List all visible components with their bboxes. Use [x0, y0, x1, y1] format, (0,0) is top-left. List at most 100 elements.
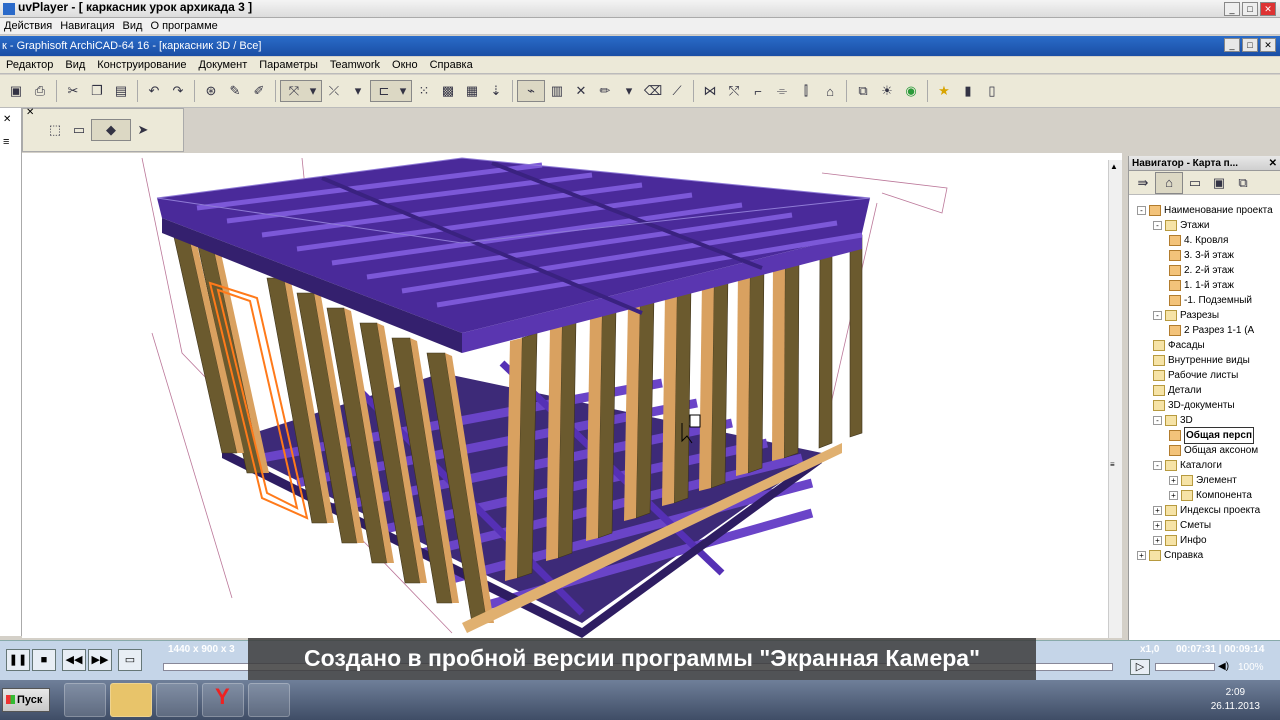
navigator-item[interactable]: Детали — [1153, 383, 1201, 398]
stretch-icon[interactable]: ⤲ — [725, 82, 743, 100]
star-icon[interactable]: ★ — [935, 82, 953, 100]
navigator-item[interactable]: -1. Подземный — [1169, 293, 1252, 308]
collapse-icon[interactable]: - — [1153, 461, 1162, 470]
rectangle-select-icon[interactable]: ▭ — [70, 121, 88, 139]
3d-viewport[interactable] — [22, 153, 1122, 638]
navigator-item[interactable]: 2. 2-й этаж — [1169, 263, 1234, 278]
play-button[interactable]: ▷ — [1130, 659, 1150, 675]
system-clock[interactable]: 2:09 26.11.2013 — [1211, 686, 1260, 714]
redo-icon[interactable]: ↷ — [169, 82, 187, 100]
layout-book-icon[interactable]: ▭ — [1186, 174, 1204, 192]
volume-slider[interactable] — [1155, 663, 1215, 671]
magic-wand-toggle[interactable]: ⌁ — [517, 80, 545, 102]
grid-snap-icon[interactable]: ⁙ — [415, 82, 433, 100]
cursor-arrow-icon[interactable]: ➤ — [134, 121, 152, 139]
offset-icon[interactable]: ⌯ — [773, 82, 791, 100]
navigator-item[interactable]: + Элемент — [1169, 473, 1237, 488]
expand-icon[interactable]: + — [1137, 551, 1146, 560]
table-icon[interactable]: ▥ — [548, 82, 566, 100]
navigator-item[interactable]: + Индексы проекта — [1153, 503, 1260, 518]
collapse-icon[interactable]: - — [1153, 311, 1162, 320]
navigator-item[interactable]: Фасады — [1153, 338, 1205, 353]
collapse-icon[interactable]: - — [1153, 221, 1162, 230]
stop-button[interactable]: ■ — [32, 649, 56, 671]
menu-teamwork[interactable]: Teamwork — [324, 57, 386, 73]
navigator-item[interactable]: - Разрезы — [1153, 308, 1219, 323]
collapse-icon[interactable]: - — [1137, 206, 1146, 215]
close-icon[interactable]: ✕ — [3, 114, 11, 125]
navigator-item[interactable]: Общая персп — [1169, 427, 1255, 444]
pencil-icon[interactable]: ✏ — [596, 82, 614, 100]
split-icon[interactable]: ⋈ — [701, 82, 719, 100]
navigator-item[interactable]: 4. Кровля — [1169, 233, 1228, 248]
taskbar-app-yandex[interactable]: Y — [202, 683, 244, 717]
navigator-item[interactable]: 3. 3-й этаж — [1169, 248, 1234, 263]
scroll-handle-icon[interactable]: ≡ — [1110, 460, 1115, 469]
pause-button[interactable]: ❚❚ — [6, 649, 30, 671]
save-icon[interactable]: ▣ — [7, 82, 25, 100]
rotate-select-toggle[interactable]: ◆ — [91, 119, 131, 141]
expand-icon[interactable]: + — [1153, 521, 1162, 530]
menu-view[interactable]: Вид — [119, 18, 147, 34]
maximize-button[interactable]: □ — [1242, 2, 1258, 16]
cross-icon[interactable]: ✕ — [572, 82, 590, 100]
view-map-toggle[interactable]: ⌂ — [1155, 171, 1183, 194]
speaker-icon[interactable]: ◀) — [1218, 661, 1229, 672]
ac-close-button[interactable]: ✕ — [1260, 38, 1276, 52]
menu-window[interactable]: Окно — [386, 57, 424, 73]
close-icon[interactable]: ✕ — [26, 107, 34, 118]
navigator-item[interactable]: Общая аксоном — [1169, 443, 1258, 458]
navigator-item[interactable]: 1. 1-й этаж — [1169, 278, 1234, 293]
navigator-item[interactable]: + Компонента — [1169, 488, 1252, 503]
rewind-button[interactable]: ◀◀ — [62, 649, 86, 671]
navigator-item[interactable]: Внутренние виды — [1153, 353, 1250, 368]
menu-options[interactable]: Параметры — [253, 57, 324, 73]
vertical-scrollbar[interactable]: ▲ ≡ — [1108, 160, 1122, 638]
expand-icon[interactable]: + — [1169, 491, 1178, 500]
navigator-item[interactable]: - Этажи — [1153, 218, 1210, 233]
expand-icon[interactable]: + — [1169, 476, 1178, 485]
dropdown-arrow-icon[interactable]: ▾ — [349, 82, 367, 100]
forward-button[interactable]: ▶▶ — [88, 649, 112, 671]
menu-editor[interactable]: Редактор — [0, 57, 59, 73]
eraser-icon[interactable]: ⌫ — [644, 82, 662, 100]
collapse-icon[interactable]: - — [1153, 416, 1162, 425]
navigator-item[interactable]: - 3D — [1153, 413, 1193, 428]
wall-icon[interactable]: ⫿ — [797, 82, 815, 100]
line-icon[interactable]: ⟋ — [668, 82, 686, 100]
layers-icon[interactable]: ▦ — [463, 82, 481, 100]
navigator-item[interactable]: 2 Разрез 1-1 (А — [1169, 323, 1254, 338]
expand-icon[interactable]: + — [1153, 506, 1162, 515]
navigator-item[interactable]: - Каталоги — [1153, 458, 1222, 473]
book-icon[interactable]: ▮ — [959, 82, 977, 100]
scroll-up-icon[interactable]: ▲ — [1110, 162, 1118, 171]
menu-document[interactable]: Документ — [192, 57, 253, 73]
print-icon[interactable]: ⎙ — [31, 82, 49, 100]
catalog-icon[interactable]: ▯ — [983, 82, 1001, 100]
start-button[interactable]: Пуск — [2, 688, 50, 712]
navigator-item[interactable]: + Инфо — [1153, 533, 1207, 548]
close-icon[interactable]: ✕ — [1269, 156, 1277, 171]
paste-icon[interactable]: ▤ — [112, 82, 130, 100]
menu-design[interactable]: Конструирование — [91, 57, 192, 73]
taskbar-app-explorer[interactable] — [110, 683, 152, 717]
project-map-icon[interactable]: ⇛ — [1134, 174, 1152, 192]
navigator-item[interactable]: 3D-документы — [1153, 398, 1235, 413]
ac-minimize-button[interactable]: _ — [1224, 38, 1240, 52]
taskbar-app-media[interactable] — [156, 683, 198, 717]
ac-maximize-button[interactable]: □ — [1242, 38, 1258, 52]
marquee-icon[interactable]: ⬚ — [46, 121, 64, 139]
trim-icon[interactable]: ⤫ — [325, 82, 343, 100]
undo-icon[interactable]: ↶ — [145, 82, 163, 100]
copy-icon[interactable]: ❐ — [88, 82, 106, 100]
roof-icon[interactable]: ⌂ — [821, 82, 839, 100]
organizer-icon[interactable]: ⧉ — [1234, 174, 1252, 192]
taskbar-app-browser[interactable] — [248, 683, 290, 717]
menu-actions[interactable]: Действия — [0, 18, 56, 34]
info-icon[interactable]: ≡ — [3, 136, 9, 148]
menu-help[interactable]: Справка — [424, 57, 479, 73]
navigator-item[interactable]: Рабочие листы — [1153, 368, 1238, 383]
navigator-item[interactable]: + Сметы — [1153, 518, 1211, 533]
gravity-toggle[interactable]: ⊏ ▾ — [370, 80, 412, 102]
cut-icon[interactable]: ✂ — [64, 82, 82, 100]
